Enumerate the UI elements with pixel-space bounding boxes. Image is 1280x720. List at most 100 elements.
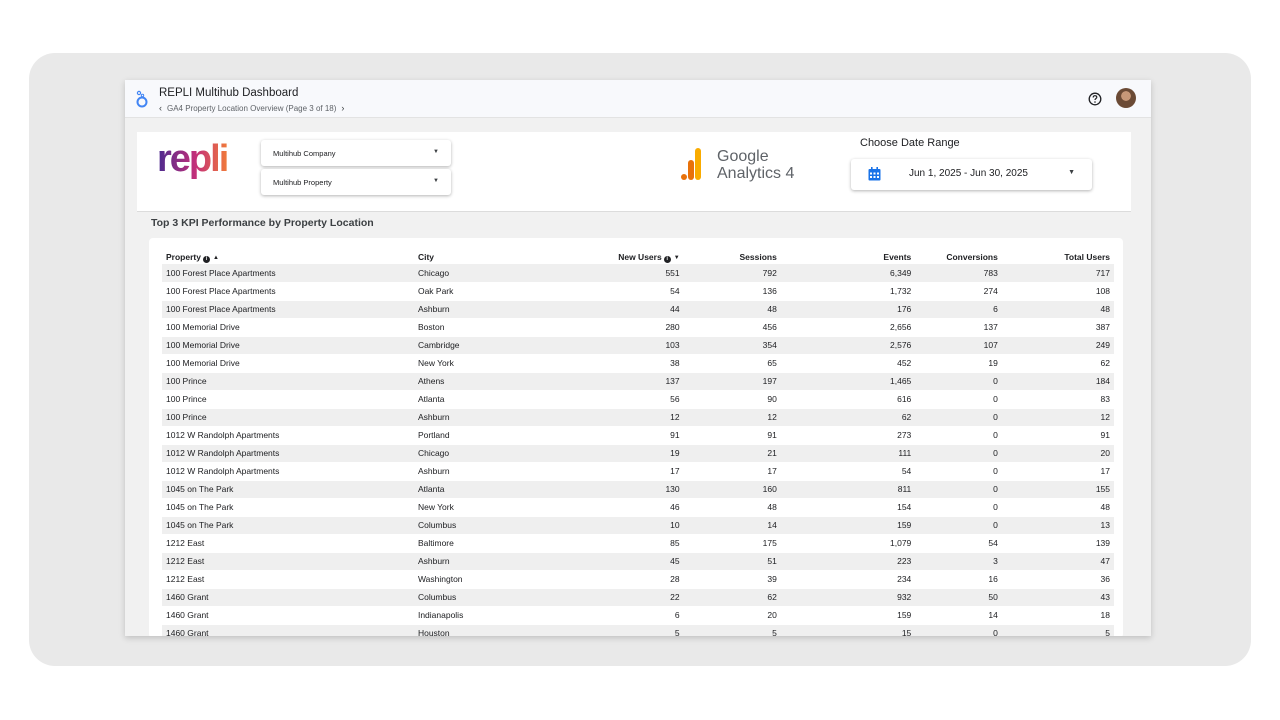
table-row: 1045 on The Park Atlanta 130 160 811 0 155 [162,480,1114,499]
cell-sessions: 21 [683,444,781,463]
property-select[interactable]: Multihub Property ▼ [261,169,451,195]
info-icon[interactable]: i [202,255,210,263]
cell-new-users: 137 [601,372,684,391]
cell-new-users: 10 [601,516,684,535]
cell-sessions: 62 [683,588,781,607]
cell-new-users: 28 [601,570,684,589]
cell-property: 1012 W Randolph Apartments [162,462,414,481]
col-header-total-users[interactable]: Total Users [1002,250,1114,264]
cell-events: 159 [780,606,916,625]
cell-conversions: 0 [915,516,1002,535]
header-panel: repli Multihub Company ▼ Multihub Proper… [137,132,1131,212]
cell-property: 1460 Grant [162,606,414,625]
cell-total-users: 387 [1001,318,1114,337]
cell-property: 100 Forest Place Apartments [162,282,414,301]
cell-sessions: 90 [683,390,781,409]
col-header-events[interactable]: Events [781,250,915,264]
cell-sessions: 175 [683,534,781,553]
help-circle-icon[interactable] [1088,92,1102,106]
cell-total-users: 20 [1001,444,1114,463]
cell-sessions: 456 [683,318,781,337]
cell-total-users: 155 [1001,480,1114,499]
cell-property: 100 Prince [162,408,414,427]
cell-new-users: 91 [601,426,684,445]
cell-property: 100 Memorial Drive [162,318,414,337]
cell-property: 100 Prince [162,390,414,409]
cell-total-users: 83 [1001,390,1114,409]
cell-city: Athens [413,372,602,391]
cell-conversions: 0 [915,372,1002,391]
ga-wordmark-line2: Analytics 4 [717,165,795,182]
cell-events: 15 [780,624,916,636]
avatar[interactable] [1116,88,1136,108]
table-row: 100 Prince Ashburn 12 12 62 0 12 [162,408,1114,427]
cell-sessions: 12 [683,408,781,427]
cell-city: Boston [413,318,602,337]
cell-total-users: 184 [1001,372,1114,391]
cell-property: 1012 W Randolph Apartments [162,426,414,445]
date-range-picker[interactable]: Jun 1, 2025 - Jun 30, 2025 ▼ [851,159,1092,190]
dropdown-caret-icon: ▼ [433,178,439,184]
cell-sessions: 197 [683,372,781,391]
chevron-right-icon[interactable]: › [341,103,344,113]
cell-events: 176 [780,300,916,319]
cell-property: 100 Forest Place Apartments [162,300,414,319]
cell-property: 1212 East [162,534,414,553]
col-header-city[interactable]: City [414,250,602,264]
col-header-new-users[interactable]: New Users i ▼ [602,250,684,264]
company-select[interactable]: Multihub Company ▼ [261,140,451,166]
cell-events: 6,349 [780,264,916,283]
table-row: 1460 Grant Indianapolis 6 20 159 14 18 [162,606,1114,625]
cell-new-users: 44 [601,300,684,319]
dropdown-caret-icon: ▼ [1068,169,1075,176]
cell-total-users: 18 [1001,606,1114,625]
svg-text:repli: repli [157,142,227,180]
col-header-conversions[interactable]: Conversions [915,250,1002,264]
cell-new-users: 12 [601,408,684,427]
dropdown-caret-icon: ▼ [433,149,439,155]
table-row: 1012 W Randolph Apartments Portland 91 91 27… [162,426,1114,445]
cell-sessions: 51 [683,552,781,571]
table-row: 1212 East Baltimore 85 175 1,079 54 139 [162,534,1114,553]
col-header-sessions[interactable]: Sessions [684,250,781,264]
cell-property: 1012 W Randolph Apartments [162,444,414,463]
cell-total-users: 108 [1001,282,1114,301]
cell-total-users: 249 [1001,336,1114,355]
cell-new-users: 5 [601,624,684,636]
cell-sessions: 48 [683,498,781,517]
cell-city: New York [413,498,602,517]
cell-events: 54 [780,462,916,481]
sort-asc-icon: ▲ [212,254,219,261]
cell-events: 234 [780,570,916,589]
cell-new-users: 551 [601,264,684,283]
chevron-left-icon[interactable]: ‹ [159,103,162,113]
cell-sessions: 136 [683,282,781,301]
cell-conversions: 0 [915,480,1002,499]
cell-total-users: 17 [1001,462,1114,481]
cell-total-users: 139 [1001,534,1114,553]
app-title: REPLI Multihub Dashboard [159,87,299,99]
cell-conversions: 0 [915,408,1002,427]
cell-city: Portland [413,426,602,445]
table-row: 100 Forest Place Apartments Chicago 551 792… [162,264,1114,283]
cell-sessions: 17 [683,462,781,481]
cell-events: 1,465 [780,372,916,391]
cell-conversions: 54 [915,534,1002,553]
section-title: Top 3 KPI Performance by Property Locati… [151,217,374,229]
col-header-property[interactable]: Property i ▲ [162,250,414,264]
cell-events: 111 [780,444,916,463]
cell-new-users: 56 [601,390,684,409]
cell-conversions: 107 [915,336,1002,355]
google-analytics-logo-icon [681,148,701,180]
cell-conversions: 0 [915,462,1002,481]
cell-sessions: 792 [683,264,781,283]
cell-events: 1,079 [780,534,916,553]
cell-new-users: 17 [601,462,684,481]
info-icon[interactable]: i [663,255,671,263]
dashboard-window: REPLI Multihub Dashboard ‹ GA4 Property … [125,80,1151,636]
cell-events: 616 [780,390,916,409]
cell-total-users: 48 [1001,300,1114,319]
cell-conversions: 16 [915,570,1002,589]
cell-total-users: 717 [1001,264,1114,283]
top-bar: REPLI Multihub Dashboard ‹ GA4 Property … [125,80,1151,118]
